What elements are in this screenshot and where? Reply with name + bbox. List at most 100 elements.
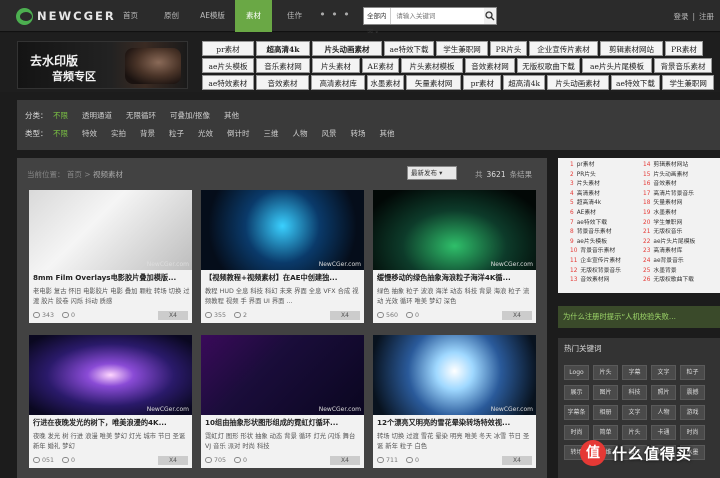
hot-keyword[interactable]: 字幕条 (564, 405, 589, 420)
hot-keyword[interactable]: 片头 (593, 365, 618, 380)
rank-item[interactable]: 1 pr素材 (570, 161, 621, 171)
tag-link[interactable]: 学生兼职网 (662, 75, 715, 90)
rank-item[interactable]: 10 背景音乐素材 (570, 247, 621, 257)
rank-item[interactable]: 16 音效素材 (643, 180, 695, 190)
rank-item[interactable]: 22 ae片头片尾模板 (643, 238, 695, 248)
filter-category-option[interactable]: 无限循环 (126, 110, 156, 121)
rank-item[interactable]: 9 ae片头模板 (570, 238, 621, 248)
rank-item[interactable]: 5 超高清4k (570, 199, 621, 209)
card-title[interactable]: 【视频教程+视频素材】在AE中创建独... (205, 273, 361, 283)
rank-item[interactable]: 2 PR片头 (570, 171, 621, 181)
card-thumbnail[interactable]: NewCGer.com (373, 335, 536, 415)
sort-select[interactable]: 最新发布 ▾ (407, 166, 457, 180)
rank-item[interactable]: 20 学生兼职网 (643, 219, 695, 229)
filter-category-option[interactable]: 不限 (53, 110, 68, 121)
rank-item[interactable]: 11 企业宣传片素材 (570, 257, 621, 267)
rank-item[interactable]: 8 背景音乐素材 (570, 228, 621, 238)
filter-category-option[interactable]: 透明通道 (82, 110, 112, 121)
hot-keyword[interactable]: Logo (564, 365, 589, 380)
tag-link[interactable]: pr素材 (202, 41, 254, 56)
login-link[interactable]: 登录 (673, 12, 688, 21)
tag-link[interactable]: 片头动画素材 (312, 41, 382, 56)
tag-link[interactable]: 超高清4k (503, 75, 545, 90)
hot-keyword[interactable]: 游戏 (680, 405, 705, 420)
tag-link[interactable]: pr素材 (463, 75, 502, 90)
filter-type-option[interactable]: 粒子 (169, 128, 184, 139)
material-card[interactable]: NewCGer.com 8mm Film Overlays电影胶片叠加模版... 老… (29, 190, 192, 323)
tag-link[interactable]: 高清素材库 (311, 75, 366, 90)
hot-keyword[interactable]: 人物 (651, 405, 676, 420)
tag-link[interactable]: AE素材 (362, 58, 399, 73)
nav-home[interactable]: 首页 (112, 0, 149, 32)
filter-type-option[interactable]: 三维 (264, 128, 279, 139)
rank-item[interactable]: 6 AE素材 (570, 209, 621, 219)
nav-materials[interactable]: 素材 (235, 0, 272, 32)
rank-item[interactable]: 13 音效素材网 (570, 276, 621, 286)
card-action-button[interactable]: X4 (502, 310, 532, 320)
tag-link[interactable]: ae特效素材 (202, 75, 254, 90)
card-title[interactable]: 10组由抽象形状图形组成的霓虹灯循环... (205, 418, 361, 428)
card-thumbnail[interactable]: NewCGer.com (201, 190, 364, 270)
filter-type-option[interactable]: 不限 (53, 128, 68, 139)
tag-link[interactable]: PR素材 (665, 41, 703, 56)
card-action-button[interactable]: X4 (330, 310, 360, 320)
nav-ae-templates[interactable]: AE模版 (194, 0, 231, 32)
tag-link[interactable]: 超高清4k (256, 41, 310, 56)
search-category-select[interactable]: 全部内容▾ (364, 8, 392, 36)
filter-type-option[interactable]: 光效 (198, 128, 213, 139)
tag-link[interactable]: 片头素材模板 (401, 58, 463, 73)
filter-type-option[interactable]: 实拍 (111, 128, 126, 139)
rank-item[interactable]: 23 高清素材库 (643, 247, 695, 257)
material-card[interactable]: NewCGer.com 行进在夜晚发光的树下，唯美浪漫的4K... 夜晚 发光 树 … (29, 335, 192, 468)
card-thumbnail[interactable]: NewCGer.com (201, 335, 364, 415)
rank-item[interactable]: 24 ae背景音乐 (643, 257, 695, 267)
card-action-button[interactable]: X4 (330, 455, 360, 465)
tag-link[interactable]: PR片头 (490, 41, 527, 56)
tag-link[interactable]: 剪辑素材网站 (600, 41, 663, 56)
tag-link[interactable]: 无版权歌曲下载 (517, 58, 580, 73)
material-card[interactable]: NewCGer.com 10组由抽象形状图形组成的霓虹灯循环... 霓虹灯 图形 形… (201, 335, 364, 468)
hot-keyword[interactable]: 展示 (564, 385, 589, 400)
material-card[interactable]: NewCGer.com 【视频教程+视频素材】在AE中创建独... 教程 HUD 全… (201, 190, 364, 323)
filter-category-option[interactable]: 其他 (224, 110, 239, 121)
card-thumbnail[interactable]: NewCGer.com (29, 335, 192, 415)
rank-item[interactable]: 25 水墨背景 (643, 267, 695, 277)
tag-link[interactable]: 音效素材网 (465, 58, 515, 73)
card-title[interactable]: 8mm Film Overlays电影胶片叠加模版... (33, 273, 189, 283)
hot-keyword[interactable]: 震撼 (680, 385, 705, 400)
hot-keyword[interactable]: 字幕 (622, 365, 647, 380)
tag-link[interactable]: 学生兼职网 (436, 41, 488, 56)
card-title[interactable]: 行进在夜晚发光的树下，唯美浪漫的4K... (33, 418, 189, 428)
card-thumbnail[interactable]: NewCGer.com (29, 190, 192, 270)
rank-item[interactable]: 7 ae特效下载 (570, 219, 621, 229)
tag-link[interactable]: 矢量素材网 (405, 75, 462, 90)
hot-keyword[interactable]: 科技 (622, 385, 647, 400)
hot-keyword[interactable]: 粒子 (680, 365, 705, 380)
notice-link[interactable]: 为什么注册时提示“人机校验失败... (558, 306, 720, 328)
filter-type-option[interactable]: 人物 (293, 128, 308, 139)
rank-item[interactable]: 15 片头动画素材 (643, 171, 695, 181)
tag-link[interactable]: ae特效下载 (384, 41, 434, 56)
card-action-button[interactable]: X4 (158, 455, 188, 465)
hot-keyword[interactable]: 文字 (651, 365, 676, 380)
material-card[interactable]: NewCGer.com 12个漂亮又明亮的雪花晕染转场特效视... 转场 切换 过渡… (373, 335, 536, 468)
hot-keyword[interactable]: 文字 (622, 405, 647, 420)
card-thumbnail[interactable]: NewCGer.com (373, 190, 536, 270)
rank-item[interactable]: 3 片头素材 (570, 180, 621, 190)
filter-type-option[interactable]: 转场 (351, 128, 366, 139)
tag-link[interactable]: ae片头模板 (202, 58, 254, 73)
rank-item[interactable]: 4 高清素材 (570, 190, 621, 200)
rank-item[interactable]: 18 矢量素材网 (643, 199, 695, 209)
tag-link[interactable]: ae特效下载 (610, 75, 661, 90)
tag-link[interactable]: 背景音乐素材 (654, 58, 712, 73)
card-title[interactable]: 12个漂亮又明亮的雪花晕染转场特效视... (377, 418, 533, 428)
promo-banner[interactable]: 去水印版 音频专区 (17, 41, 188, 89)
rank-item[interactable]: 17 高清片背景音乐 (643, 190, 695, 200)
hot-keyword[interactable]: 相册 (593, 405, 618, 420)
rank-item[interactable]: 26 无版权歌曲下载 (643, 276, 695, 286)
hot-keyword[interactable]: 照片 (651, 385, 676, 400)
brand-logo[interactable]: NEWCGER (16, 7, 116, 25)
tag-link[interactable]: 水墨素材 (367, 75, 404, 90)
filter-type-option[interactable]: 特效 (82, 128, 97, 139)
nav-works[interactable]: 佳作 (276, 0, 313, 32)
